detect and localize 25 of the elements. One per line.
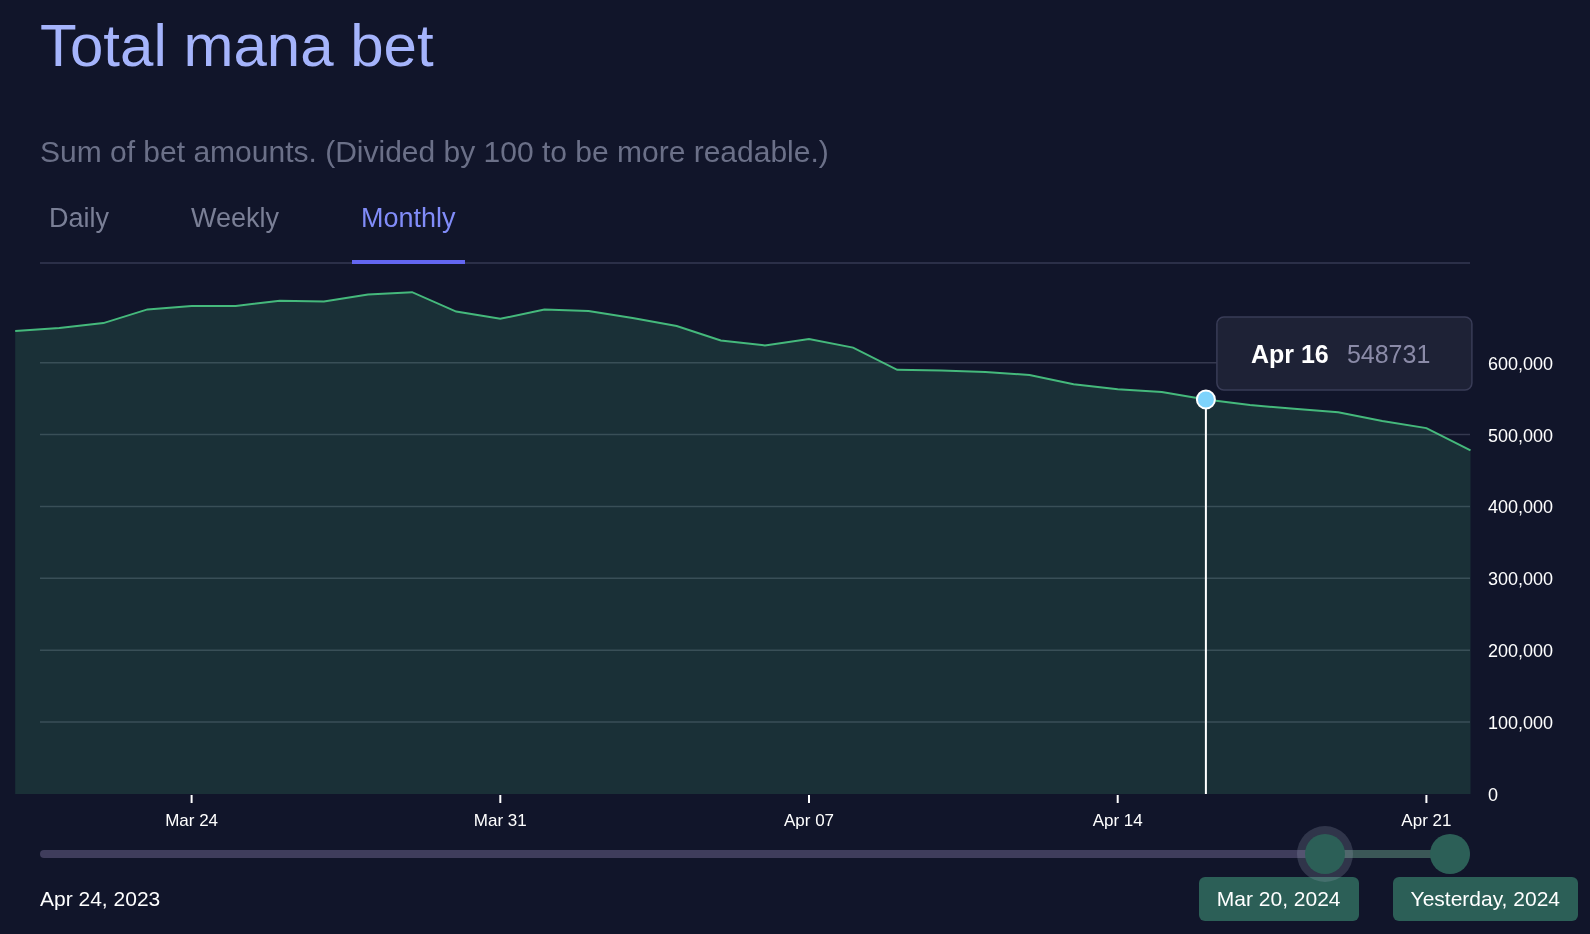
page-title: Total mana bet <box>40 18 434 74</box>
x-axis-label: Apr 07 <box>783 811 835 830</box>
date-label: Yesterday, 2024 <box>1392 877 1578 921</box>
y-axis-label: 200,000 <box>1488 641 1554 662</box>
y-axis-label: 100,000 <box>1488 713 1554 734</box>
x-axis-label: Apr 14 <box>1092 811 1143 830</box>
hover-point <box>1195 389 1216 410</box>
x-axis-label: Apr 21 <box>1401 811 1452 830</box>
y-axis-label: 500,000 <box>1488 425 1554 446</box>
y-axis-label: 300,000 <box>1488 569 1554 590</box>
range-start-label: Apr 24, 2023 <box>40 887 161 911</box>
slider-handle[interactable] <box>1304 834 1345 874</box>
y-axis-label: 400,000 <box>1488 497 1554 518</box>
x-axis-label: Mar 24 <box>165 811 219 830</box>
page-subtitle: Sum of bet amounts. (Divided by 100 to be more readable.) <box>40 136 829 168</box>
date-label: Mar 20, 2024 <box>1198 877 1359 921</box>
tooltip-date: Apr 16 <box>1250 340 1329 368</box>
y-axis-label: 0 <box>1488 785 1498 805</box>
slider-handle[interactable] <box>1430 834 1470 874</box>
tooltip-value: 548731 <box>1346 340 1431 368</box>
x-axis-label: Mar 31 <box>473 811 527 830</box>
period-tab[interactable]: Monthly <box>352 188 465 264</box>
period-tab[interactable]: Weekly <box>182 188 289 264</box>
period-tab[interactable]: Daily <box>40 188 118 264</box>
y-axis-label: 600,000 <box>1488 353 1554 374</box>
